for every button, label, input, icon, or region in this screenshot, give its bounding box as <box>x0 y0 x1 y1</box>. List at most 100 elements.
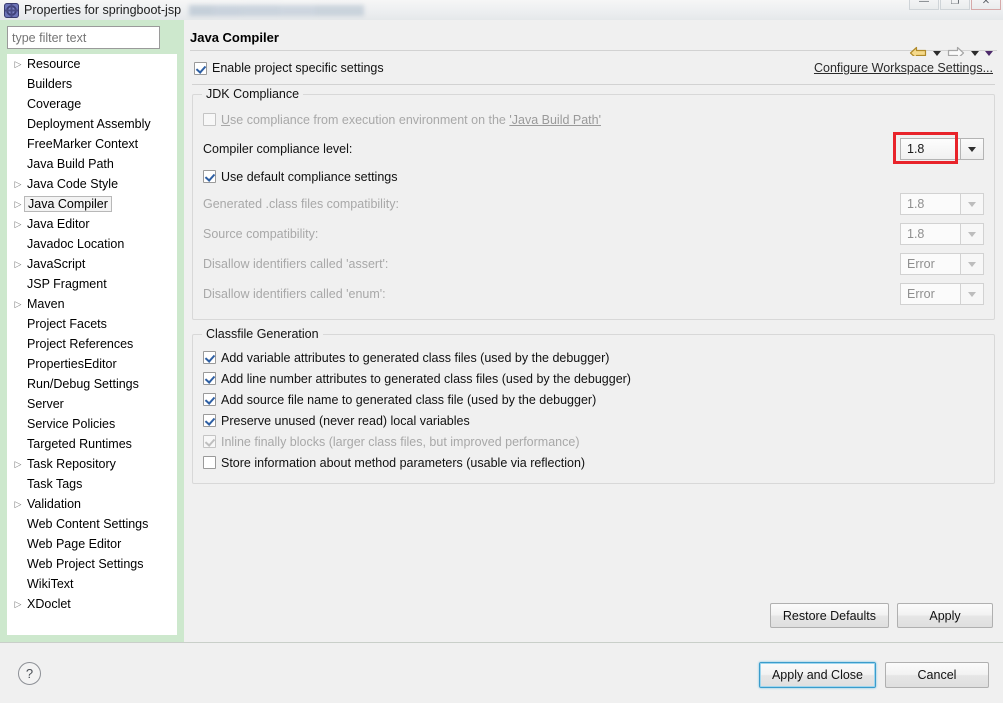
forward-history-chevron-down-icon[interactable] <box>971 50 979 56</box>
sidebar-item-label: Targeted Runtimes <box>27 437 132 451</box>
compliance-field-row: Disallow identifiers called 'assert': Err… <box>203 249 984 279</box>
close-button[interactable]: ✕ <box>971 0 1001 10</box>
expand-triangle-icon[interactable]: ▷ <box>11 199 25 209</box>
maximize-button[interactable]: ❐ <box>940 0 970 10</box>
sidebar-item-freemarker-context[interactable]: ▷FreeMarker Context <box>7 134 177 154</box>
expand-triangle-icon[interactable]: ▷ <box>11 259 25 269</box>
use-default-compliance-settings-checkbox[interactable]: Use default compliance settings <box>203 166 984 187</box>
apply-and-close-button[interactable]: Apply and Close <box>758 662 876 688</box>
page-header: Java Compiler <box>190 24 1003 50</box>
checkbox-indicator <box>203 414 216 427</box>
tree-indent-spacer: ▷ <box>11 540 25 549</box>
sidebar-item-java-editor[interactable]: ▷ Java Editor <box>7 214 177 234</box>
cancel-button[interactable]: Cancel <box>885 662 989 688</box>
compliance-field-select: 1.8 <box>900 223 984 245</box>
sidebar-item-xdoclet[interactable]: ▷ XDoclet <box>7 594 177 614</box>
classfile-option-checkbox[interactable]: Store information about method parameter… <box>203 452 984 473</box>
sidebar-item-coverage[interactable]: ▷Coverage <box>7 94 177 114</box>
compliance-fields-list: Generated .class files compatibility: 1.8… <box>203 189 984 309</box>
classfile-option-checkbox[interactable]: Preserve unused (never read) local varia… <box>203 410 984 431</box>
apply-button[interactable]: Apply <box>897 603 993 628</box>
sidebar-item-label: FreeMarker Context <box>27 137 139 151</box>
classfile-option-checkbox[interactable]: Add line number attributes to generated … <box>203 368 984 389</box>
compiler-compliance-level-select[interactable]: 1.8 <box>893 132 984 164</box>
classfile-option-checkbox[interactable]: Add source file name to generated class … <box>203 389 984 410</box>
sidebar-item-web-project-settings[interactable]: ▷Web Project Settings <box>7 554 177 574</box>
sidebar-item-label: Project Facets <box>27 317 107 331</box>
expand-triangle-icon[interactable]: ▷ <box>11 299 25 309</box>
sidebar-item-targeted-runtimes[interactable]: ▷Targeted Runtimes <box>7 434 177 454</box>
help-icon[interactable]: ? <box>18 662 41 685</box>
sidebar-item-label: Java Compiler <box>24 196 112 212</box>
classfile-option-label: Add variable attributes to generated cla… <box>221 350 610 365</box>
configure-workspace-settings-link[interactable]: Configure Workspace Settings... <box>814 61 993 75</box>
enable-project-specific-settings-checkbox[interactable]: Enable project specific settings <box>194 58 384 79</box>
sidebar-item-label: Web Content Settings <box>27 517 149 531</box>
sidebar-item-service-policies[interactable]: ▷Service Policies <box>7 414 177 434</box>
sidebar-item-web-page-editor[interactable]: ▷Web Page Editor <box>7 534 177 554</box>
sidebar-item-label: Validation <box>27 497 81 511</box>
combo-value: Error <box>900 283 960 305</box>
sidebar-item-javascript[interactable]: ▷ JavaScript <box>7 254 177 274</box>
jdk-compliance-body: Use compliance from execution environmen… <box>193 95 994 319</box>
chevron-down-icon <box>960 253 984 275</box>
classfile-option-checkbox[interactable]: Add variable attributes to generated cla… <box>203 347 984 368</box>
restore-defaults-button[interactable]: Restore Defaults <box>769 603 889 628</box>
sidebar-item-server[interactable]: ▷Server <box>7 394 177 414</box>
tree-indent-spacer: ▷ <box>11 340 25 349</box>
tree-indent-spacer: ▷ <box>11 520 25 529</box>
sidebar-item-java-code-style[interactable]: ▷ Java Code Style <box>7 174 177 194</box>
checkbox-indicator <box>203 170 216 183</box>
sidebar-item-run-debug-settings[interactable]: ▷Run/Debug Settings <box>7 374 177 394</box>
blurred-project-path <box>189 4 365 16</box>
settings-tree[interactable]: ▷Resource▷Builders▷Coverage▷Deployment A… <box>7 54 177 635</box>
expand-triangle-icon[interactable]: ▷ <box>11 219 25 229</box>
expand-triangle-icon[interactable]: ▷ <box>11 179 25 189</box>
sidebar-item-project-facets[interactable]: ▷Project Facets <box>7 314 177 334</box>
checkbox-indicator <box>203 435 216 448</box>
sidebar-item-propertieseditor[interactable]: ▷PropertiesEditor <box>7 354 177 374</box>
sidebar-item-maven[interactable]: ▷ Maven <box>7 294 177 314</box>
sidebar-item-javadoc-location[interactable]: ▷Javadoc Location <box>7 234 177 254</box>
eclipse-properties-icon <box>4 2 19 18</box>
sidebar-item-java-compiler[interactable]: ▷ Java Compiler <box>7 194 177 214</box>
chevron-down-icon[interactable] <box>960 138 984 160</box>
use-default-compliance-label: Use default compliance settings <box>221 169 398 184</box>
use-execution-environment-checkbox[interactable]: Use compliance from execution environmen… <box>203 109 984 130</box>
search-input[interactable] <box>7 26 160 49</box>
sidebar-item-resource[interactable]: ▷ Resource <box>7 54 177 74</box>
sidebar-item-task-repository[interactable]: ▷ Task Repository <box>7 454 177 474</box>
java-build-path-link[interactable]: 'Java Build Path' <box>509 113 601 127</box>
view-menu-chevron-down-icon[interactable] <box>985 50 993 56</box>
sidebar-item-java-build-path[interactable]: ▷Java Build Path <box>7 154 177 174</box>
header-divider <box>190 50 997 51</box>
sidebar-item-label: Resource <box>27 57 81 71</box>
tree-indent-spacer: ▷ <box>11 380 25 389</box>
minimize-button[interactable]: — <box>909 0 939 10</box>
expand-triangle-icon[interactable]: ▷ <box>11 59 25 69</box>
sidebar-item-label: Deployment Assembly <box>27 117 151 131</box>
checkbox-indicator <box>203 456 216 469</box>
sidebar-item-label: Task Tags <box>27 477 83 491</box>
sidebar-item-label: JSP Fragment <box>27 277 107 291</box>
sidebar-item-label: Maven <box>27 297 65 311</box>
expand-triangle-icon[interactable]: ▷ <box>11 459 25 469</box>
sidebar-item-project-references[interactable]: ▷Project References <box>7 334 177 354</box>
sidebar-item-jsp-fragment[interactable]: ▷JSP Fragment <box>7 274 177 294</box>
compiler-compliance-level-label: Compiler compliance level: <box>203 142 353 156</box>
expand-triangle-icon[interactable]: ▷ <box>11 599 25 609</box>
minimize-icon: — <box>919 0 929 7</box>
dialog-footer: ? Apply and Close Cancel <box>0 642 1003 703</box>
sidebar-item-task-tags[interactable]: ▷Task Tags <box>7 474 177 494</box>
combo-value: 1.8 <box>900 223 960 245</box>
sidebar-item-deployment-assembly[interactable]: ▷Deployment Assembly <box>7 114 177 134</box>
sidebar-item-web-content-settings[interactable]: ▷Web Content Settings <box>7 514 177 534</box>
sidebar-item-builders[interactable]: ▷Builders <box>7 74 177 94</box>
sidebar-item-label: Web Page Editor <box>27 537 122 551</box>
sidebar-item-validation[interactable]: ▷ Validation <box>7 494 177 514</box>
classfile-option-label: Preserve unused (never read) local varia… <box>221 413 470 428</box>
sidebar-item-wikitext[interactable]: ▷WikiText <box>7 574 177 594</box>
sidebar-item-label: Project References <box>27 337 134 351</box>
back-history-chevron-down-icon[interactable] <box>933 50 941 56</box>
expand-triangle-icon[interactable]: ▷ <box>11 499 25 509</box>
